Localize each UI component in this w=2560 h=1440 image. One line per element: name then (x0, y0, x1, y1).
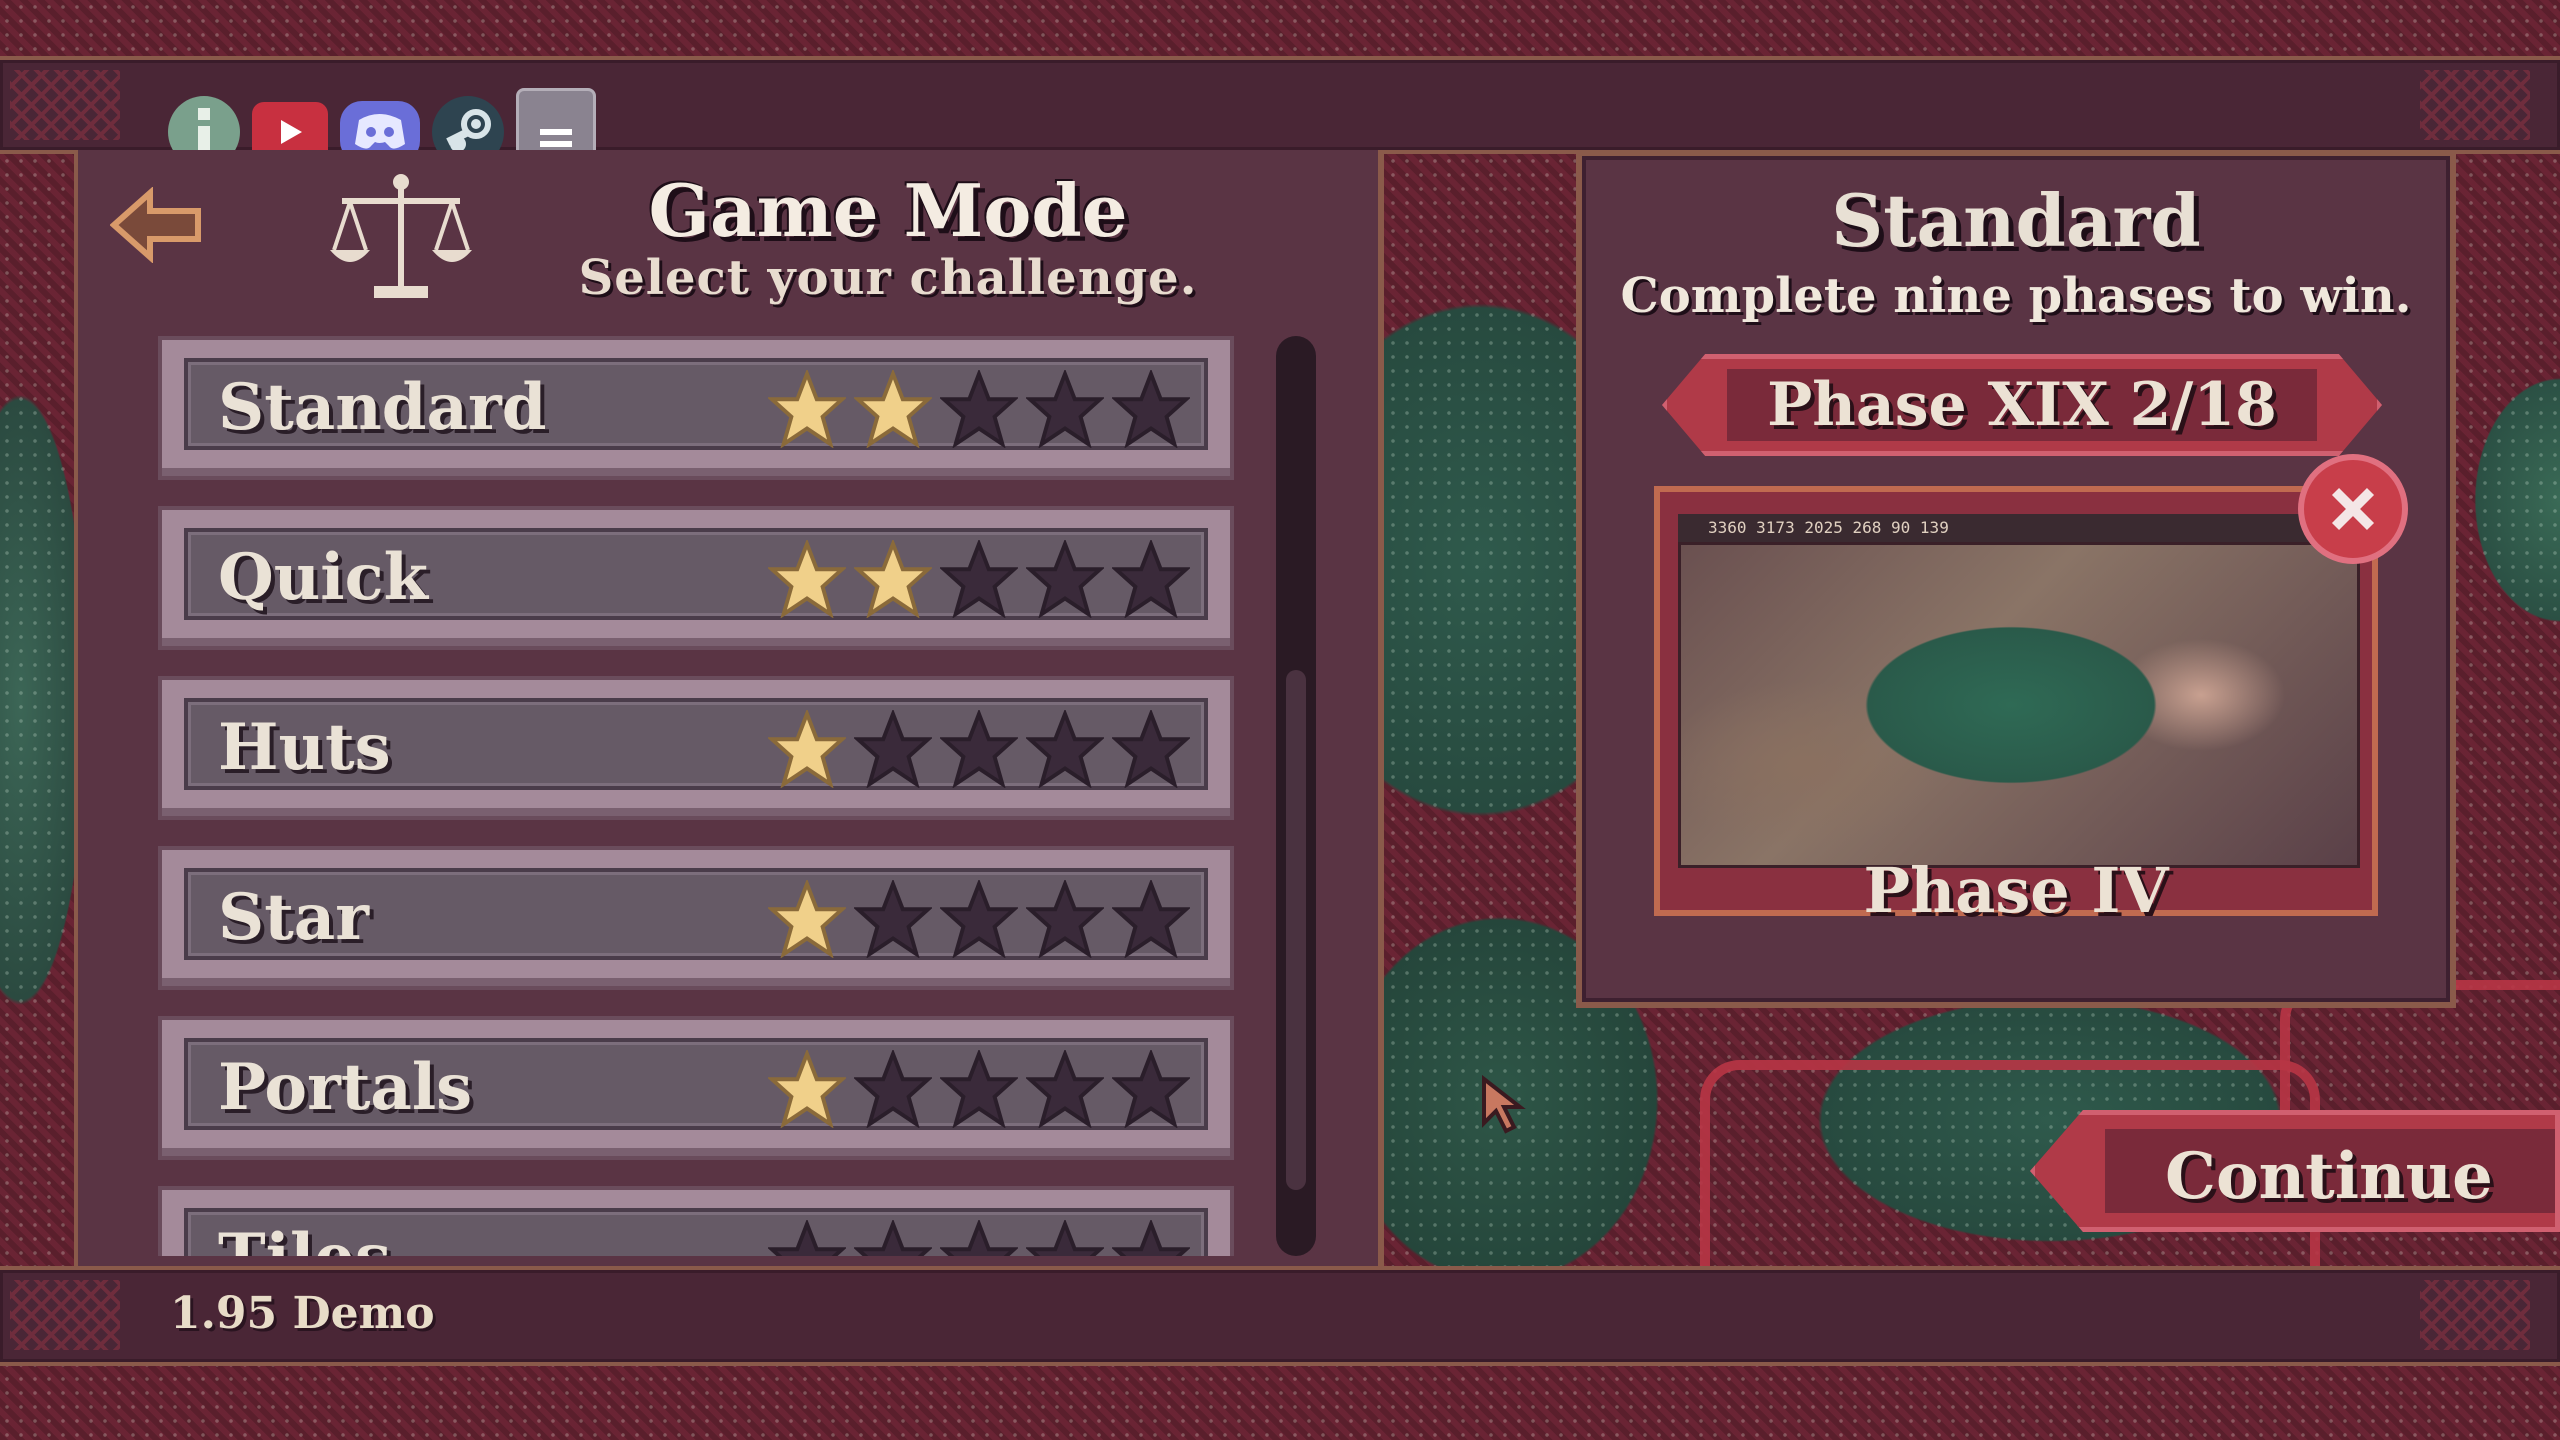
star-empty-icon (1110, 538, 1192, 622)
continue-button[interactable]: Continue (2030, 1110, 2560, 1232)
mouse-cursor-icon (1482, 1075, 1526, 1134)
star-empty-icon (938, 878, 1020, 962)
star-empty-icon (852, 708, 934, 792)
mode-option[interactable]: Huts (158, 676, 1234, 820)
scales-icon (330, 174, 472, 298)
mode-name: Tiles (218, 1220, 391, 1256)
bar-ornament (2420, 1280, 2530, 1350)
bar-ornament (10, 70, 120, 140)
preview-map-image (1678, 542, 2360, 868)
star-empty-icon (1110, 708, 1192, 792)
arrow-left-icon (110, 187, 201, 263)
version-label: 1.95 Demo (170, 1288, 435, 1339)
panel-subtitle: Select your challenge. (578, 250, 1198, 306)
mode-option[interactable]: Tiles (158, 1186, 1234, 1256)
mode-detail-description: Complete nine phases to win. (1620, 268, 2412, 324)
mode-name: Portals (218, 1050, 473, 1125)
star-empty-icon (1024, 708, 1106, 792)
star-filled-icon (766, 368, 848, 452)
difficulty-stars (766, 538, 1192, 622)
panel-title: Game Mode (648, 168, 1128, 253)
difficulty-stars (766, 708, 1192, 792)
star-empty-icon (938, 368, 1020, 452)
star-filled-icon (766, 708, 848, 792)
difficulty-stars (766, 368, 1192, 452)
bar-ornament (10, 1280, 120, 1350)
star-empty-icon (938, 708, 1020, 792)
star-empty-icon (1110, 1048, 1192, 1132)
phase-preview: 3360 3173 2025 268 90 139 Phase IV (1654, 486, 2378, 927)
preview-phase-label: Phase IV (1863, 854, 2169, 927)
preview-hud: 3360 3173 2025 268 90 139 (1678, 514, 2354, 542)
star-empty-icon (1024, 878, 1106, 962)
star-empty-icon (1024, 1218, 1106, 1256)
phase-progress-label: Phase XIX 2/18 (1767, 370, 2277, 440)
difficulty-stars (766, 878, 1192, 962)
mode-name: Standard (218, 370, 547, 445)
back-button[interactable] (108, 180, 208, 270)
mode-option[interactable]: Star (158, 846, 1234, 990)
star-empty-icon (1110, 368, 1192, 452)
continue-label: Continue (2165, 1139, 2493, 1214)
star-empty-icon (766, 1218, 848, 1256)
star-empty-icon (1024, 1048, 1106, 1132)
star-empty-icon (852, 878, 934, 962)
mode-name: Huts (218, 710, 391, 785)
mode-name: Star (218, 880, 369, 955)
star-filled-icon (852, 368, 934, 452)
close-icon (2331, 487, 2375, 531)
star-empty-icon (852, 1048, 934, 1132)
mode-option[interactable]: Portals (158, 1016, 1234, 1160)
star-empty-icon (938, 538, 1020, 622)
star-filled-icon (766, 878, 848, 962)
mode-detail-panel: Standard Complete nine phases to win. Ph… (1576, 150, 2456, 1008)
game-mode-panel: Game Mode Select your challenge. Standar… (74, 150, 1384, 1266)
star-empty-icon (1110, 1218, 1192, 1256)
clear-save-button[interactable] (2298, 454, 2408, 564)
star-filled-icon (852, 538, 934, 622)
star-filled-icon (766, 538, 848, 622)
mode-list: Standard Quick Huts Star Portals Tiles (158, 336, 1238, 1256)
star-empty-icon (1024, 368, 1106, 452)
mode-option[interactable]: Quick (158, 506, 1234, 650)
star-empty-icon (852, 1218, 934, 1256)
mode-name: Quick (218, 540, 428, 615)
mode-option[interactable]: Standard (158, 336, 1234, 480)
star-empty-icon (938, 1048, 1020, 1132)
difficulty-stars (766, 1218, 1192, 1256)
bar-ornament (2420, 70, 2530, 140)
star-empty-icon (1024, 538, 1106, 622)
star-empty-icon (938, 1218, 1020, 1256)
mode-detail-title: Standard (1831, 178, 2201, 263)
star-empty-icon (1110, 878, 1192, 962)
difficulty-stars (766, 1048, 1192, 1132)
scrollbar-thumb[interactable] (1286, 670, 1306, 1190)
star-filled-icon (766, 1048, 848, 1132)
